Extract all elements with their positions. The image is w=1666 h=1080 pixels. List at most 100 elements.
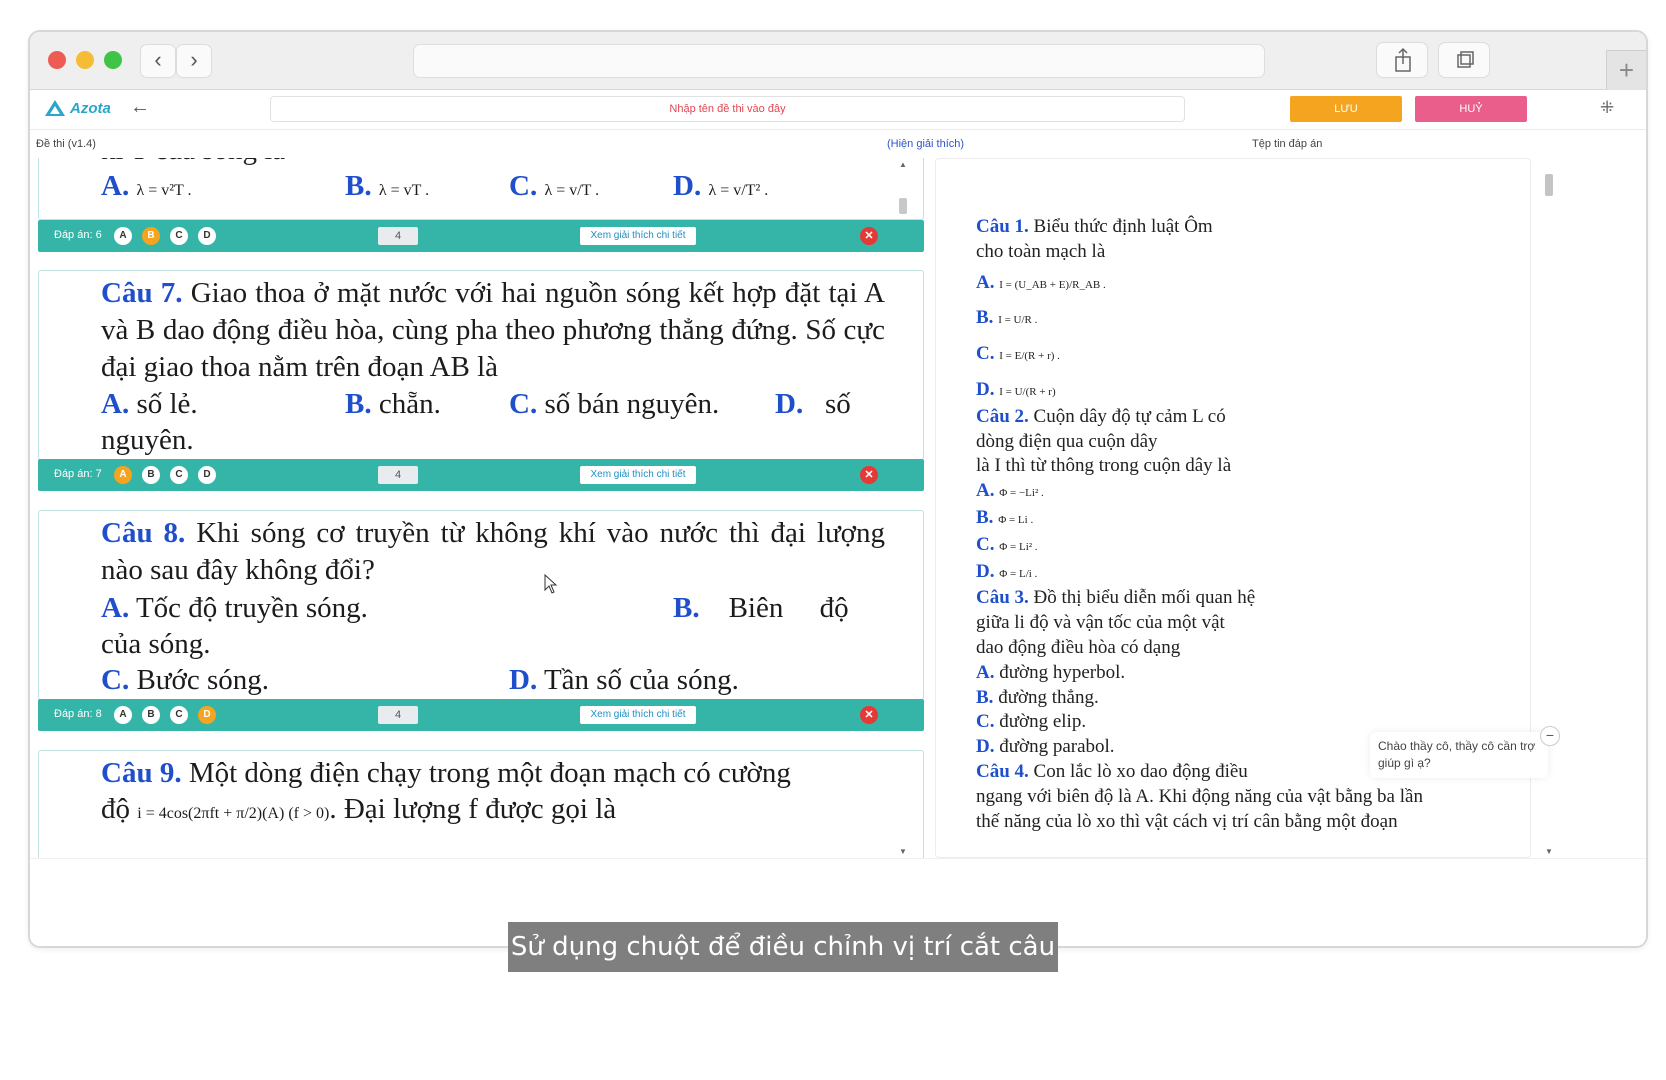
score-input[interactable]: 4 [378, 706, 418, 724]
mouse-cursor-icon [544, 573, 558, 599]
view-detail-button[interactable]: Xem giải thích chi tiết [580, 466, 696, 484]
answer-choice-a[interactable]: A [114, 466, 132, 484]
answer-choice-a[interactable]: A [114, 706, 132, 724]
ak-q4-text-2: ngang với biên độ là A. Khi động năng củ… [976, 785, 1423, 807]
scrollbar-thumb[interactable] [899, 198, 907, 214]
answer-choice-d[interactable]: D [198, 227, 216, 245]
settings-icon[interactable]: ⁜ [1600, 98, 1614, 118]
chevron-left-icon: ‹ [154, 47, 162, 72]
q6-option-c-label: C. [509, 170, 538, 202]
logo-text: Azota [70, 99, 111, 117]
forward-nav-button[interactable]: › [176, 44, 212, 78]
ak-q3-b-text: đường thẳng. [998, 686, 1099, 708]
q7-option-a-label: A. [101, 388, 130, 420]
cancel-button[interactable]: HUỶ [1415, 96, 1527, 122]
exam-version-label: Đề thi (v1.4) [36, 138, 96, 150]
answer-label: Đáp án: 7 [54, 468, 102, 480]
questions-scrollbar[interactable]: ▲ ▼ [896, 158, 910, 858]
question-card-7[interactable]: Câu 7. Giao thoa ở mặt nước với hai nguồ… [38, 270, 924, 460]
q6-option-b-formula: λ = vT . [378, 182, 430, 199]
answer-choice-b[interactable]: B [142, 706, 160, 724]
back-arrow-icon[interactable]: ← [130, 96, 150, 119]
address-bar[interactable] [413, 44, 1265, 78]
view-detail-button[interactable]: Xem giải thích chi tiết [580, 706, 696, 724]
q8-option-c-text: Bước sóng. [136, 664, 270, 696]
q7-option-d-label: D. [775, 388, 804, 420]
q9-text: Câu 9. Một dòng điện chạy trong một đoạn… [101, 755, 885, 792]
ak-q2-text-3: là I thì từ thông trong cuộn dây là [976, 455, 1232, 477]
question-card-8[interactable]: Câu 8. Khi sóng cơ truyền từ không khí v… [38, 510, 924, 700]
maximize-window-button[interactable] [104, 51, 122, 69]
tabs-icon [1457, 51, 1474, 68]
q7-option-b-label: B. [345, 388, 372, 420]
scrollbar-thumb[interactable] [1545, 174, 1553, 196]
q6-option-a-formula: λ = v²T . [136, 182, 192, 199]
score-input[interactable]: 4 [378, 227, 418, 245]
scroll-up-icon[interactable]: ▲ [899, 160, 907, 169]
ak-q2-b: B. [976, 506, 994, 528]
ak-q1-c: C. [976, 343, 995, 365]
save-button[interactable]: LƯU [1290, 96, 1402, 122]
q6-option-b-label: B. [345, 170, 372, 202]
answer-choice-b[interactable]: B [142, 227, 160, 245]
close-window-button[interactable] [48, 51, 66, 69]
ak-q3-d-text: đường parabol. [999, 736, 1115, 758]
q7-body: Giao thoa ở mặt nước với hai nguồn sóng … [101, 277, 885, 383]
azota-logo-icon [45, 100, 65, 116]
answer-choice-d[interactable]: D [198, 706, 216, 724]
q8-option-a-text: Tốc độ truyền sóng. [135, 592, 368, 624]
ak-q1-c-formula: I = E/(R + r) . [999, 350, 1060, 363]
answer-choice-a[interactable]: A [114, 227, 132, 245]
show-explanation-link[interactable]: (Hiện giải thích) [887, 138, 964, 150]
questions-pane[interactable]: kì T của sóng là A. λ = v²T . B. λ = vT … [38, 158, 938, 858]
q8-text: Câu 8. Khi sóng cơ truyền từ không khí v… [101, 515, 885, 589]
delete-question-icon[interactable]: ✕ [860, 706, 878, 724]
q8-option-d-label: D. [509, 664, 538, 696]
q8-option-b-text: Biên [728, 592, 784, 624]
ak-q3-a: A. [976, 661, 995, 683]
back-nav-button[interactable]: ‹ [140, 44, 176, 78]
q8-option-a-label: A. [101, 592, 130, 624]
chat-minimize-button[interactable]: − [1540, 726, 1560, 746]
answer-choice-b[interactable]: B [142, 466, 160, 484]
question-card-6[interactable]: kì T của sóng là A. λ = v²T . B. λ = vT … [38, 158, 924, 220]
browser-titlebar: ‹ › + [30, 32, 1646, 90]
chat-bubble[interactable]: Chào thầy cô, thầy cô cần trợ giúp gì ạ? [1370, 732, 1548, 778]
answer-choice-c[interactable]: C [170, 227, 188, 245]
ak-q3-a-text: đường hyperbol. [999, 661, 1126, 683]
ak-q1-d: D. [976, 378, 995, 400]
minimize-window-button[interactable] [76, 51, 94, 69]
score-input[interactable]: 4 [378, 466, 418, 484]
q6-option-d-formula: λ = v/T² . [708, 182, 769, 199]
exam-title-input[interactable]: Nhập tên đề thi vào đây [270, 96, 1185, 122]
ak-q2-text-2: dòng điện qua cuộn dây [976, 430, 1158, 452]
share-button[interactable] [1376, 42, 1428, 78]
q8-option-b-text-cont: của sóng. [101, 628, 211, 660]
ak-q2-c-formula: Φ = Li² . [999, 540, 1038, 553]
q8-number: Câu 8. [101, 517, 186, 549]
delete-question-icon[interactable]: ✕ [860, 227, 878, 245]
q7-option-a-text: số lẻ. [136, 388, 198, 420]
ak-q3-text: Đồ thị biểu diễn mối quan hệ [1033, 587, 1256, 609]
ak-q1-text-2: cho toàn mạch là [976, 240, 1106, 262]
answer-label: Đáp án: 8 [54, 708, 102, 720]
tabs-button[interactable] [1438, 42, 1490, 78]
scroll-down-icon[interactable]: ▼ [1545, 847, 1553, 856]
ak-q3-text-3: dao động điều hòa có dạng [976, 636, 1181, 658]
q7-option-c-text: số bán nguyên. [544, 388, 720, 420]
azota-logo[interactable]: Azota [44, 99, 111, 117]
answer-bar-8: Đáp án: 8 A B C D 4 Xem giải thích chi t… [38, 699, 924, 731]
view-detail-button[interactable]: Xem giải thích chi tiết [580, 227, 696, 245]
ak-q2-text: Cuộn dây độ tự cảm L có [1033, 405, 1226, 427]
new-tab-button[interactable]: + [1606, 50, 1646, 90]
question-card-9[interactable]: Câu 9. Một dòng điện chạy trong một đoạn… [38, 750, 924, 858]
answer-choice-d[interactable]: D [198, 466, 216, 484]
q9-number: Câu 9. [101, 757, 182, 789]
answer-choice-c[interactable]: C [170, 466, 188, 484]
ak-q2-number: Câu 2. [976, 405, 1029, 427]
answer-choice-c[interactable]: C [170, 706, 188, 724]
delete-question-icon[interactable]: ✕ [860, 466, 878, 484]
q7-text: Câu 7. Giao thoa ở mặt nước với hai nguồ… [101, 275, 885, 386]
scroll-down-icon[interactable]: ▼ [899, 847, 907, 856]
sub-header: Đề thi (v1.4) (Hiện giải thích) Tệp tin … [30, 130, 1646, 158]
